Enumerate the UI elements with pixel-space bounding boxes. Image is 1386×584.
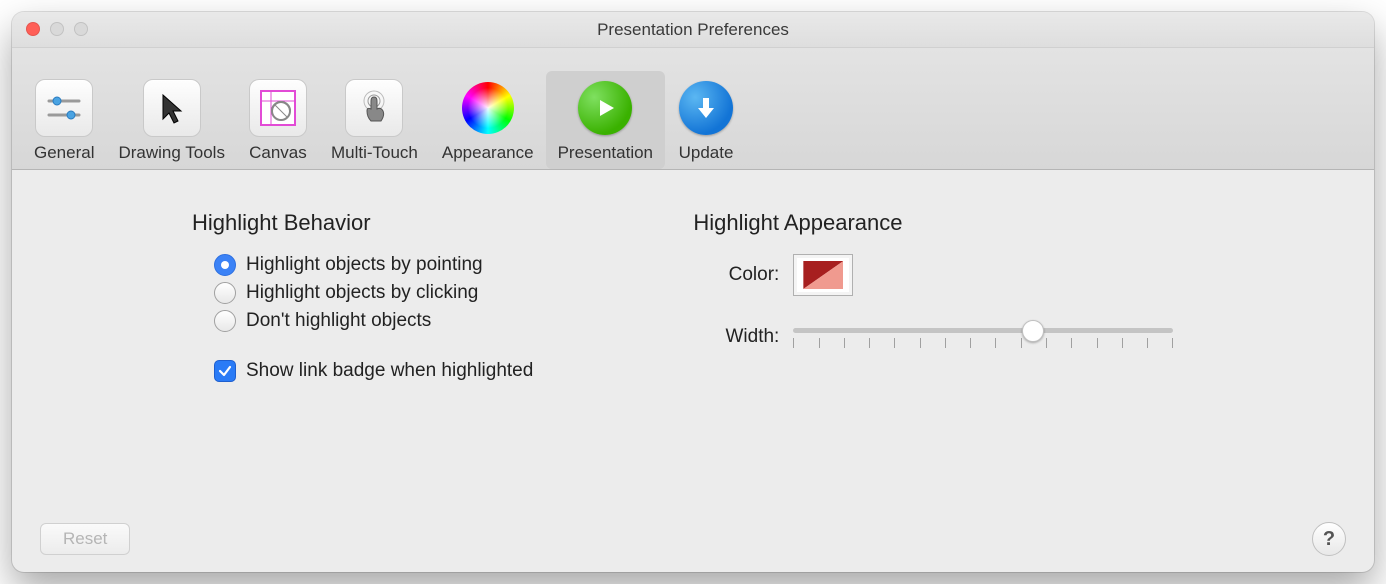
help-icon: ? xyxy=(1323,528,1335,551)
color-label: Color: xyxy=(693,264,793,286)
slider-thumb[interactable] xyxy=(1022,320,1044,342)
color-swatch-icon xyxy=(803,261,843,289)
radio-label: Highlight objects by clicking xyxy=(246,282,478,304)
tab-label: Update xyxy=(679,143,734,163)
reset-button[interactable]: Reset xyxy=(40,523,130,555)
download-icon xyxy=(677,79,735,137)
color-well[interactable] xyxy=(793,254,853,296)
preferences-toolbar: General Drawing Tools xyxy=(12,48,1374,170)
button-label: Reset xyxy=(63,529,107,549)
tab-label: Drawing Tools xyxy=(118,143,224,163)
checkbox-label: Show link badge when highlighted xyxy=(246,360,533,382)
checkbox-show-link-badge[interactable] xyxy=(214,360,236,382)
sliders-icon xyxy=(35,79,93,137)
tab-multi-touch[interactable]: Multi-Touch xyxy=(319,71,430,169)
tab-label: Canvas xyxy=(249,143,307,163)
radio-label: Don't highlight objects xyxy=(246,310,431,332)
tab-label: Multi-Touch xyxy=(331,143,418,163)
radio-no-highlight[interactable] xyxy=(214,310,236,332)
tab-presentation[interactable]: Presentation xyxy=(546,71,665,169)
cursor-icon xyxy=(143,79,201,137)
highlight-appearance-section: Highlight Appearance Color: Width: xyxy=(693,210,1173,388)
play-icon xyxy=(576,79,634,137)
window-title: Presentation Preferences xyxy=(12,12,1374,47)
tab-general[interactable]: General xyxy=(22,71,106,169)
tab-label: Appearance xyxy=(442,143,534,163)
highlight-behavior-section: Highlight Behavior Highlight objects by … xyxy=(192,210,533,388)
radio-label: Highlight objects by pointing xyxy=(246,254,483,276)
help-button[interactable]: ? xyxy=(1312,522,1346,556)
radio-highlight-clicking[interactable] xyxy=(214,282,236,304)
tab-appearance[interactable]: Appearance xyxy=(430,71,546,169)
preferences-window: { "window": { "title": "Presentation Pre… xyxy=(12,12,1374,572)
color-wheel-icon xyxy=(459,79,517,137)
tab-update[interactable]: Update xyxy=(665,71,747,169)
section-title: Highlight Appearance xyxy=(693,210,1173,236)
tab-drawing-tools[interactable]: Drawing Tools xyxy=(106,71,236,169)
touch-icon xyxy=(345,79,403,137)
tab-canvas[interactable]: Canvas xyxy=(237,71,319,169)
tab-label: General xyxy=(34,143,94,163)
radio-highlight-pointing[interactable] xyxy=(214,254,236,276)
width-label: Width: xyxy=(693,326,793,348)
canvas-icon xyxy=(249,79,307,137)
section-title: Highlight Behavior xyxy=(192,210,533,236)
width-slider[interactable] xyxy=(793,320,1173,354)
tab-label: Presentation xyxy=(558,143,653,163)
